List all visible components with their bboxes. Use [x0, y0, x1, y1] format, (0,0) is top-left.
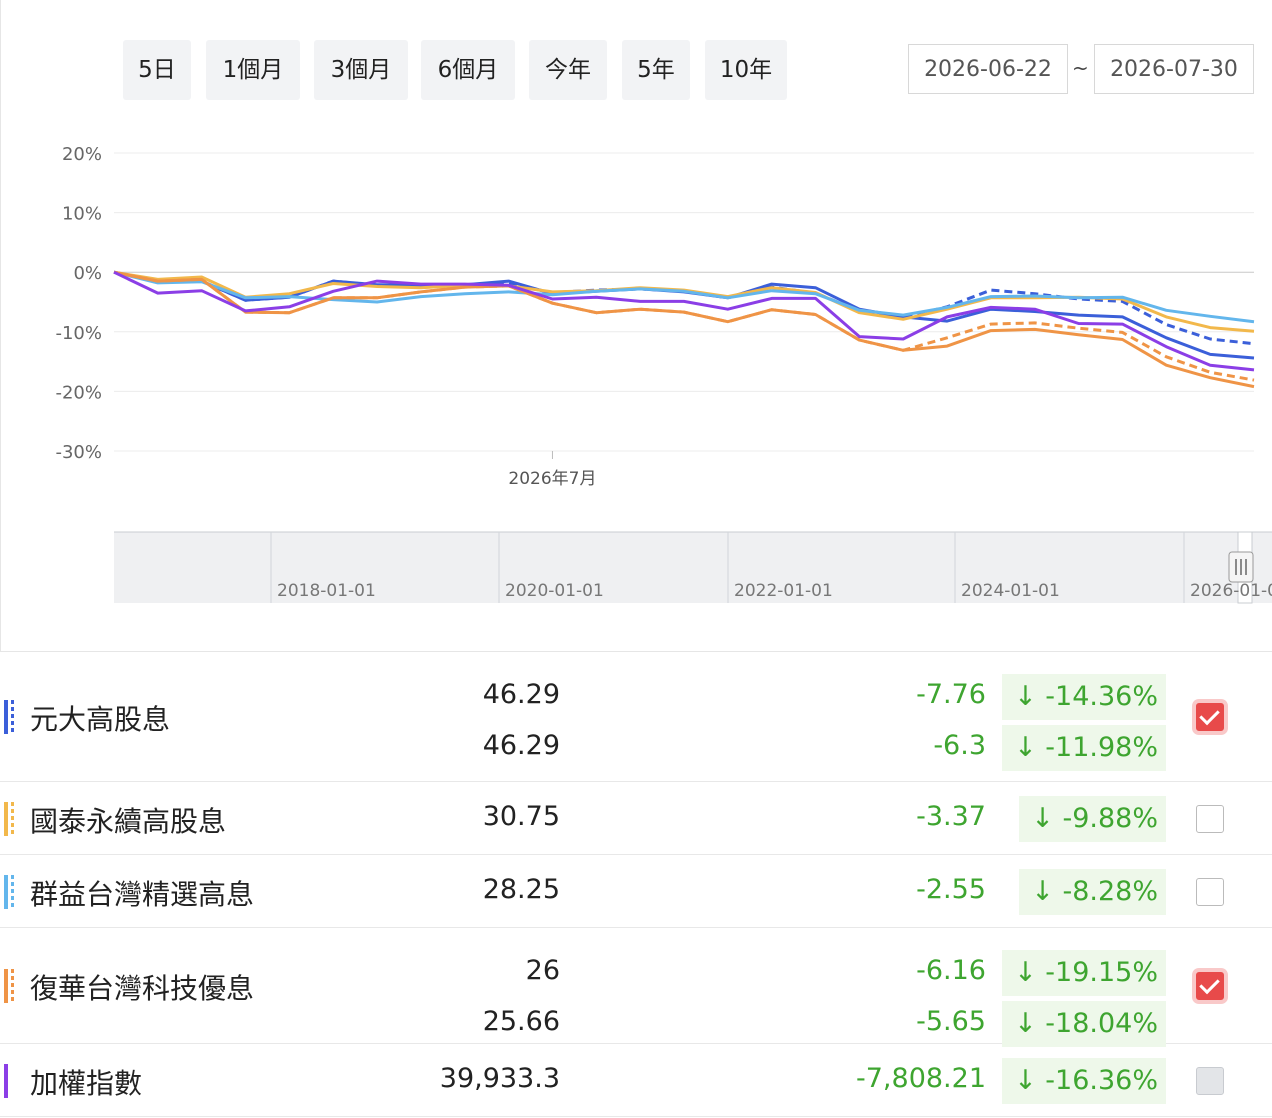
- y-tick-label: -20%: [55, 382, 102, 403]
- fund-name: 加權指數: [30, 1066, 143, 1100]
- legend-row: 群益台灣精選高息 28.25 -2.55 ↓ -8.28%: [0, 855, 1272, 928]
- checkmark-icon: [1199, 973, 1220, 995]
- navigator-label: 2026-01-0: [1190, 581, 1272, 601]
- price-value: 46.29: [482, 730, 560, 761]
- navigator-label: 2020-01-01: [505, 581, 604, 601]
- legend-row: 國泰永續高股息 30.75 -3.37 ↓ -9.88%: [0, 782, 1272, 855]
- legend-row: 加權指數 39,933.3 -7,808.21 ↓ -16.36%: [0, 1044, 1272, 1117]
- time-navigator[interactable]: 2018-01-01 2020-01-01 2022-01-01 2024-01-01…: [114, 531, 1272, 604]
- percent-change-value: -16.36%: [1045, 1064, 1158, 1096]
- series-swatch: [4, 874, 14, 909]
- x-axis: 2026年7月: [508, 451, 597, 489]
- y-tick-label: -30%: [55, 442, 102, 463]
- arrow-down-icon: ↓: [1031, 875, 1063, 907]
- change-value: -3.37: [916, 800, 986, 832]
- percent-change-badge: ↓ -8.28%: [1019, 868, 1166, 915]
- arrow-down-icon: ↓: [1014, 1008, 1046, 1039]
- series-line-0: [113, 270, 1255, 360]
- arrow-down-icon: ↓: [1014, 1064, 1046, 1096]
- arrow-down-icon: ↓: [1014, 732, 1046, 763]
- change-value: -5.65: [916, 1006, 986, 1037]
- y-tick-label: 0%: [73, 263, 102, 284]
- price-value: 46.29: [482, 679, 560, 710]
- series-swatch: [4, 801, 14, 836]
- y-axis-ticks: 20% 10% 0% -10% -20% -30%: [55, 144, 102, 463]
- y-tick-label: 20%: [62, 144, 102, 165]
- series-swatch: [4, 1063, 14, 1098]
- compare-checkbox[interactable]: [1196, 972, 1224, 1000]
- price-value: 28.25: [482, 873, 560, 905]
- series-swatch: [4, 969, 14, 1003]
- arrow-down-icon: ↓: [1014, 681, 1046, 712]
- change-value: -2.55: [916, 873, 986, 905]
- navigator-label: 2018-01-01: [277, 581, 376, 601]
- price-value: 30.75: [482, 800, 560, 832]
- line-chart: 20%10%0%-10%-20%-30% 2026年7月 2018-01-01 2…: [55, 144, 1272, 604]
- percent-change-value: -8.28%: [1062, 875, 1158, 907]
- series-line-5: [113, 270, 1255, 382]
- navigator-label: 2024-01-01: [961, 581, 1060, 601]
- price-value: 26: [525, 955, 560, 986]
- change-value: -7.76: [916, 679, 986, 710]
- compare-checkbox[interactable]: [1196, 703, 1224, 731]
- compare-checkbox: [1196, 1066, 1224, 1095]
- percent-change-badge: ↓ -9.88%: [1019, 795, 1166, 842]
- percent-change-value: -9.88%: [1062, 802, 1158, 834]
- x-tick-label: 2026年7月: [508, 469, 596, 489]
- checkmark-icon: [1199, 704, 1220, 726]
- fund-name: 群益台灣精選高息: [30, 877, 255, 911]
- price-value: 39,933.3: [439, 1062, 560, 1094]
- change-value: -6.16: [916, 955, 986, 986]
- series-swatch: [4, 700, 14, 734]
- percent-change-badge: ↓ -19.15%: [1002, 950, 1166, 996]
- compare-checkbox[interactable]: [1196, 804, 1224, 833]
- percent-change-value: -18.04%: [1045, 1008, 1158, 1039]
- percent-change-value: -11.98%: [1045, 732, 1158, 763]
- percent-change-value: -19.15%: [1045, 957, 1158, 988]
- change-value: -7,808.21: [856, 1062, 986, 1094]
- fund-name: 國泰永續高股息: [30, 804, 227, 838]
- series-lines: [113, 270, 1255, 389]
- navigator-label: 2022-01-01: [734, 581, 833, 601]
- percent-change-badge: ↓ -11.98%: [1002, 725, 1166, 771]
- fund-name: 元大高股息: [30, 703, 171, 736]
- percent-change-badge: ↓ -16.36%: [1002, 1057, 1166, 1104]
- series-line-6: [113, 270, 1255, 372]
- change-value: -6.3: [933, 730, 986, 761]
- arrow-down-icon: ↓: [1031, 802, 1063, 834]
- legend-row: 復華台灣科技優息 26 -6.16 ↓ -19.15% 25.66 -5.65 ↓ -18.…: [0, 928, 1272, 1047]
- arrow-down-icon: ↓: [1014, 957, 1046, 988]
- y-tick-label: -10%: [55, 323, 102, 344]
- price-value: 25.66: [482, 1006, 560, 1037]
- percent-change-value: -14.36%: [1045, 681, 1158, 712]
- percent-change-badge: ↓ -14.36%: [1002, 674, 1166, 720]
- legend-row: 元大高股息 46.29 -7.76 ↓ -14.36% 46.29 -6.3 ↓ -11.9…: [0, 652, 1272, 782]
- y-tick-label: 10%: [62, 204, 102, 225]
- fund-name: 復華台灣科技優息: [30, 972, 255, 1005]
- percent-change-badge: ↓ -18.04%: [1002, 1001, 1166, 1047]
- compare-checkbox[interactable]: [1196, 877, 1224, 906]
